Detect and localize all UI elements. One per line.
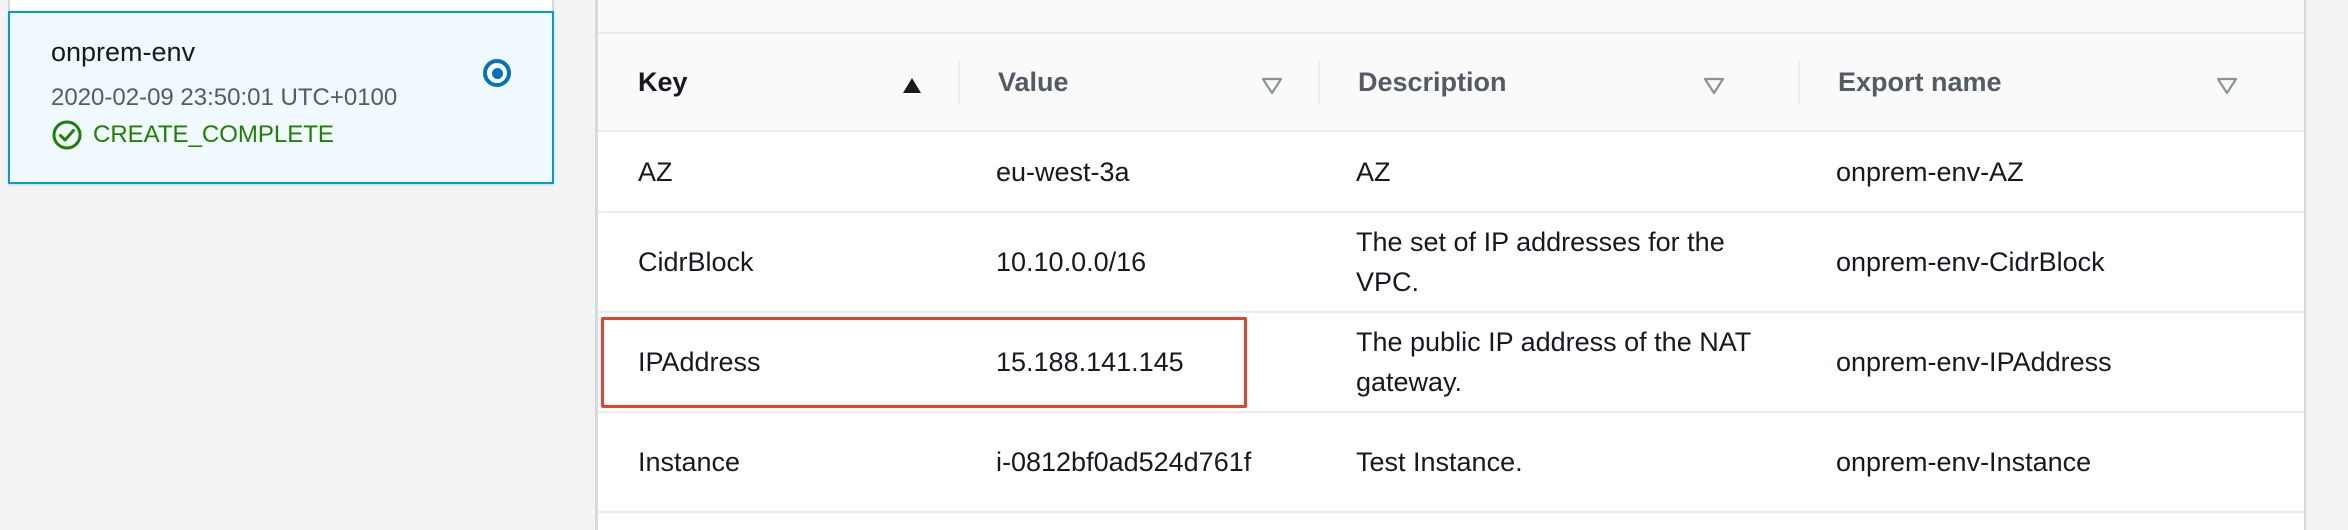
cell-value: eu-west-3a: [996, 156, 1130, 187]
cell-export-name: onprem-env-Instance: [1836, 447, 2092, 477]
cell-value: i-0812bf0ad524d761f: [958, 413, 1298, 511]
page-background-gutter: [2306, 0, 2348, 530]
column-header-label: Description: [1358, 66, 1507, 97]
cell-description: The set of IP addresses for the VPC.: [1356, 227, 1725, 297]
cell-export-name: onprem-env-CidrBlock: [1836, 247, 2105, 277]
sort-descending-outline-icon[interactable]: [1261, 72, 1283, 95]
table-row: Instance i-0812bf0ad524d761f Test Instan…: [598, 413, 2304, 513]
cell-key: AZ: [638, 156, 673, 187]
cell-value: 15.188.141.145: [996, 347, 1184, 377]
cell-export-name: onprem-env-IPAddress: [1836, 347, 2112, 377]
column-header-key[interactable]: Key: [598, 34, 958, 130]
column-header-description[interactable]: Description: [1318, 34, 1798, 130]
column-header-value[interactable]: Value: [958, 34, 1318, 130]
cell-key: CidrBlock: [638, 247, 754, 277]
stack-select-radio[interactable]: [483, 59, 511, 87]
cell-value: 10.10.0.0/16: [996, 247, 1147, 277]
stack-status-label: CREATE_COMPLETE: [93, 121, 334, 148]
sort-ascending-icon[interactable]: [901, 72, 923, 93]
stack-card-onprem-env[interactable]: onprem-env 2020-02-09 23:50:01 UTC+0100 …: [8, 11, 554, 184]
outputs-table: Key Value Description Export name AZ eu-…: [598, 34, 2304, 513]
column-header-export-name[interactable]: Export name: [1798, 34, 2306, 130]
table-row: AZ eu-west-3a AZ onprem-env-AZ: [598, 132, 2304, 213]
cell-key: Instance: [638, 447, 741, 477]
cell-description: The public IP address of the NAT gateway…: [1356, 327, 1751, 397]
stacks-list-panel: onprem-env 2020-02-09 23:50:01 UTC+0100 …: [0, 0, 597, 530]
outputs-panel: Key Value Description Export name AZ eu-…: [596, 0, 2306, 530]
check-circle-icon: [51, 119, 83, 151]
stack-name[interactable]: onprem-env: [51, 37, 195, 68]
table-header: Key Value Description Export name: [598, 34, 2304, 132]
column-header-label: Value: [998, 66, 1069, 97]
sort-descending-outline-icon[interactable]: [1703, 72, 1725, 95]
panel-header-band: [598, 0, 2304, 34]
cell-value-text: i-0812bf0ad524d761f: [996, 447, 1252, 477]
table-row: IPAddress 15.188.141.145 The public IP a…: [598, 313, 2304, 413]
stack-timestamp: 2020-02-09 23:50:01 UTC+0100: [51, 84, 398, 111]
sort-descending-outline-icon[interactable]: [2216, 72, 2238, 95]
cell-description: AZ: [1356, 156, 1391, 187]
cell-key: IPAddress: [638, 347, 761, 377]
table-row: CidrBlock 10.10.0.0/16 The set of IP add…: [598, 213, 2304, 313]
column-header-label: Key: [638, 66, 688, 97]
stack-status: CREATE_COMPLETE: [51, 119, 334, 151]
column-header-label: Export name: [1838, 66, 2002, 97]
cell-export-name: onprem-env-AZ: [1836, 156, 2024, 187]
cell-description: Test Instance.: [1356, 447, 1523, 477]
